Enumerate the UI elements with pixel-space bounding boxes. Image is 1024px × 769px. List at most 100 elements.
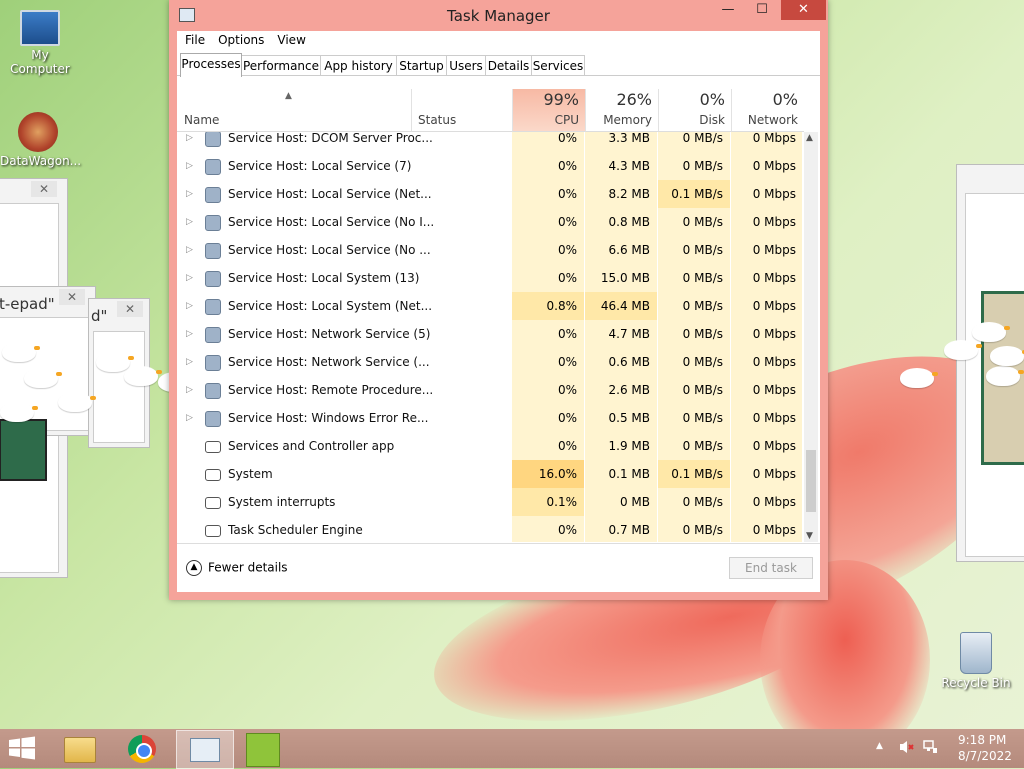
process-row[interactable]: ▷ Service Host: Local Service (7) 0% 4.3 MB… [177, 152, 802, 180]
goose-sprite[interactable] [24, 368, 62, 388]
taskbar-task-manager[interactable] [176, 730, 234, 769]
process-row[interactable]: ▷ Service Host: DCOM Server Proc... 0% 3.3 … [177, 132, 802, 152]
tab-users[interactable]: Users [446, 55, 486, 76]
clock-time[interactable]: 9:18 PM [958, 733, 1006, 747]
process-row[interactable]: ▷ Service Host: Windows Error Re... 0% 0.5 … [177, 404, 802, 432]
column-header-cpu[interactable]: 99% CPU [512, 89, 585, 132]
desktop-icon-my-computer[interactable]: My Computer [0, 10, 80, 76]
process-row[interactable]: System 16.0% 0.1 MB 0.1 MB/s 0 Mbps [177, 460, 802, 488]
clock-date[interactable]: 8/7/2022 [958, 749, 1012, 763]
cpu-cell: 0% [512, 404, 584, 432]
vertical-scrollbar[interactable]: ▲ ▼ [804, 132, 818, 542]
network-cell: 0 Mbps [731, 208, 802, 236]
desktop-icon-datawagon[interactable]: DataWagon... [0, 112, 81, 168]
disk-cell: 0.1 MB/s [658, 180, 730, 208]
menu-file[interactable]: File [180, 31, 210, 49]
expand-arrow-icon[interactable]: ▷ [186, 236, 193, 264]
expand-arrow-icon[interactable]: ▷ [186, 292, 193, 320]
show-hidden-icons-icon[interactable]: ▲ [876, 741, 883, 751]
expand-arrow-icon[interactable]: ▷ [186, 348, 193, 376]
scrollbar-thumb[interactable] [806, 450, 816, 512]
tab-processes[interactable]: Processes [180, 53, 242, 77]
process-row[interactable]: ▷ Service Host: Local Service (No I... 0% 0… [177, 208, 802, 236]
column-header-label: Name [184, 113, 220, 127]
expand-arrow-icon[interactable]: ▷ [186, 320, 193, 348]
tab-performance[interactable]: Performance [241, 55, 321, 76]
close-button[interactable]: ✕ [59, 289, 85, 305]
window-process-icon [205, 469, 221, 481]
memory-cell: 6.6 MB [585, 236, 657, 264]
expand-arrow-icon[interactable]: ▷ [186, 264, 193, 292]
goose-sprite[interactable] [990, 346, 1024, 366]
process-row[interactable]: ▷ Service Host: Local System (Net... 0.8% 4… [177, 292, 802, 320]
task-manager-window[interactable]: Task Manager — ☐ ✕ File Options View Proce… [169, 0, 828, 600]
taskbar: ▲ 9:18 PM 8/7/2022 [0, 729, 1024, 769]
expand-arrow-icon[interactable]: ▷ [186, 376, 193, 404]
window-process-icon [205, 525, 221, 537]
expand-arrow-icon[interactable]: ▷ [186, 208, 193, 236]
volume-muted-icon[interactable] [898, 739, 914, 755]
gear-icon [205, 159, 221, 175]
expand-arrow-icon[interactable]: ▷ [186, 132, 193, 152]
end-task-button[interactable]: End task [729, 557, 813, 579]
network-cell: 0 Mbps [731, 152, 802, 180]
cpu-cell: 16.0% [512, 460, 584, 488]
column-header-name[interactable]: Name [177, 89, 411, 132]
network-cell: 0 Mbps [731, 236, 802, 264]
goose-sprite[interactable] [124, 366, 162, 386]
process-row[interactable]: System interrupts 0.1% 0 MB 0 MB/s 0 Mbps [177, 488, 802, 516]
scroll-up-icon[interactable]: ▲ [806, 133, 813, 143]
expand-arrow-icon[interactable]: ▷ [186, 404, 193, 432]
tab-services[interactable]: Services [531, 55, 585, 76]
goose-sprite[interactable] [96, 352, 134, 372]
scroll-down-icon[interactable]: ▼ [806, 531, 813, 541]
menu-view[interactable]: View [272, 31, 310, 49]
maximize-button[interactable]: ☐ [747, 0, 777, 20]
menu-options[interactable]: Options [213, 31, 269, 49]
process-row[interactable]: Task Scheduler Engine 0% 0.7 MB 0 MB/s 0 Mbp… [177, 516, 802, 542]
close-button[interactable]: ✕ [117, 301, 143, 317]
process-row[interactable]: ▷ Service Host: Local System (13) 0% 15.0 M… [177, 264, 802, 292]
disk-cell: 0 MB/s [658, 516, 730, 542]
taskbar-chrome[interactable] [116, 730, 172, 767]
desktop-icon-recycle-bin[interactable]: Recycle Bin [936, 632, 1016, 690]
expand-arrow-icon[interactable]: ▷ [186, 180, 193, 208]
process-row[interactable]: Services and Controller app 0% 1.9 MB 0 MB/… [177, 432, 802, 460]
network-cell: 0 Mbps [731, 376, 802, 404]
goose-sprite[interactable] [944, 340, 982, 360]
goose-sprite[interactable] [0, 402, 38, 422]
column-header-network[interactable]: 0% Network [731, 89, 804, 132]
goose-sprite[interactable] [58, 392, 96, 412]
process-row[interactable]: ▷ Service Host: Network Service (5) 0% 4.7 … [177, 320, 802, 348]
taskbar-goose-app[interactable] [236, 730, 292, 767]
process-row[interactable]: ▷ Service Host: Local Service (Net... 0% 8.… [177, 180, 802, 208]
column-header-label: CPU [554, 113, 579, 127]
fewer-details-label: Fewer details [208, 560, 288, 575]
gear-icon [205, 327, 221, 343]
column-header-memory[interactable]: 26% Memory [585, 89, 658, 132]
network-icon[interactable] [922, 739, 938, 755]
minimize-button[interactable]: — [713, 0, 743, 20]
process-name: Service Host: Remote Procedure... [228, 383, 434, 397]
close-button[interactable]: ✕ [781, 0, 826, 20]
process-row[interactable]: ▷ Service Host: Network Service (... 0% 0.6… [177, 348, 802, 376]
process-row[interactable]: ▷ Service Host: Local Service (No ... 0% 6.… [177, 236, 802, 264]
tab-startup[interactable]: Startup [396, 55, 447, 76]
goose-sprite[interactable] [986, 366, 1024, 386]
gear-icon [205, 187, 221, 203]
column-header-disk[interactable]: 0% Disk [658, 89, 731, 132]
process-row[interactable]: ▷ Service Host: Remote Procedure... 0% 2.6 … [177, 376, 802, 404]
tab-details[interactable]: Details [485, 55, 532, 76]
taskbar-file-explorer[interactable] [52, 730, 108, 767]
start-button[interactable] [8, 736, 38, 762]
column-header-status[interactable]: Status [411, 89, 512, 132]
title-bar[interactable]: Task Manager — ☐ ✕ [169, 0, 828, 31]
goose-sprite[interactable] [2, 342, 40, 362]
cpu-cell: 0.8% [512, 292, 584, 320]
close-button[interactable]: ✕ [31, 181, 57, 197]
expand-arrow-icon[interactable]: ▷ [186, 152, 193, 180]
tab-app-history[interactable]: App history [320, 55, 397, 76]
goose-sprite[interactable] [972, 322, 1010, 342]
fewer-details-button[interactable]: ▲ Fewer details [186, 560, 288, 576]
goose-sprite[interactable] [900, 368, 938, 388]
